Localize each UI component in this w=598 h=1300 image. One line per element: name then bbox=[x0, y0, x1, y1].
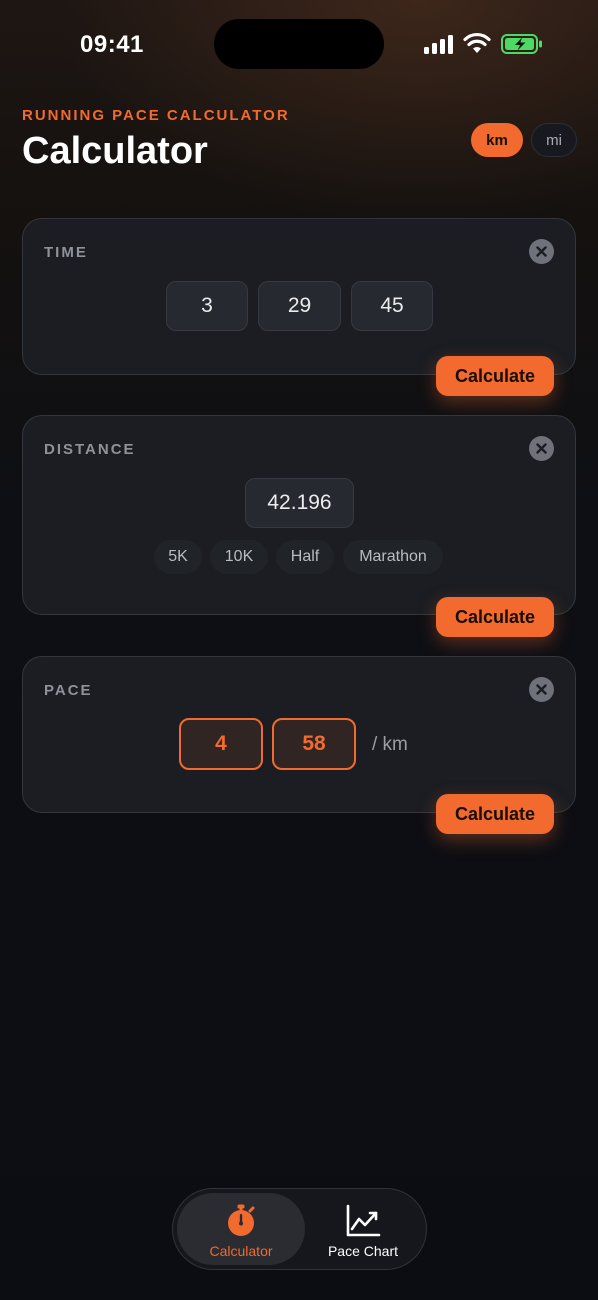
stopwatch-icon bbox=[228, 1204, 255, 1236]
time-seconds-input[interactable]: 45 bbox=[351, 281, 433, 331]
cellular-signal-icon bbox=[424, 34, 454, 54]
calculate-time-button[interactable]: Calculate bbox=[436, 356, 554, 396]
dynamic-island bbox=[214, 19, 384, 69]
tab-pace-chart-label: Pace Chart bbox=[327, 1243, 399, 1259]
time-card: TIME 3 29 45 bbox=[22, 218, 576, 375]
close-icon bbox=[536, 246, 547, 257]
battery-charging-icon bbox=[501, 34, 542, 54]
distance-card-label: DISTANCE bbox=[44, 441, 136, 458]
preset-half-chip[interactable]: Half bbox=[276, 540, 334, 574]
pace-card-label: PACE bbox=[44, 682, 93, 699]
distance-input[interactable]: 42.196 bbox=[245, 478, 354, 528]
preset-10k-chip[interactable]: 10K bbox=[210, 540, 268, 574]
tab-bar: Calculator Pace Chart bbox=[172, 1188, 427, 1270]
tab-calculator-label: Calculator bbox=[209, 1243, 273, 1259]
distance-clear-button[interactable] bbox=[529, 436, 554, 461]
calculate-distance-button[interactable]: Calculate bbox=[436, 597, 554, 637]
page-title: Calculator bbox=[22, 130, 208, 172]
preset-5k-chip[interactable]: 5K bbox=[154, 540, 202, 574]
time-card-label: TIME bbox=[44, 244, 88, 261]
pace-clear-button[interactable] bbox=[529, 677, 554, 702]
distance-card: DISTANCE 42.196 5K 10K Half Marathon bbox=[22, 415, 576, 615]
time-minutes-input[interactable]: 29 bbox=[258, 281, 341, 331]
app-eyebrow: RUNNING PACE CALCULATOR bbox=[22, 107, 290, 124]
line-chart-icon bbox=[346, 1204, 381, 1237]
unit-km-button[interactable]: km bbox=[471, 123, 523, 157]
pace-seconds-input[interactable]: 58 bbox=[272, 718, 356, 770]
app-screen: 09:41 RUNNING PACE CALCULATOR Calculator… bbox=[0, 0, 598, 1300]
pace-minutes-input[interactable]: 4 bbox=[179, 718, 263, 770]
unit-toggle: km mi bbox=[471, 123, 577, 157]
wifi-icon bbox=[463, 32, 491, 53]
time-hours-input[interactable]: 3 bbox=[166, 281, 248, 331]
pace-unit-label: / km bbox=[372, 734, 408, 755]
tab-pace-chart[interactable]: Pace Chart bbox=[303, 1193, 423, 1265]
unit-mi-button[interactable]: mi bbox=[531, 123, 577, 157]
status-time: 09:41 bbox=[80, 31, 144, 58]
close-icon bbox=[536, 443, 547, 454]
pace-card: PACE 4 58 bbox=[22, 656, 576, 813]
preset-marathon-chip[interactable]: Marathon bbox=[343, 540, 443, 574]
close-icon bbox=[536, 684, 547, 695]
calculate-pace-button[interactable]: Calculate bbox=[436, 794, 554, 834]
tab-calculator[interactable]: Calculator bbox=[177, 1193, 305, 1265]
time-clear-button[interactable] bbox=[529, 239, 554, 264]
